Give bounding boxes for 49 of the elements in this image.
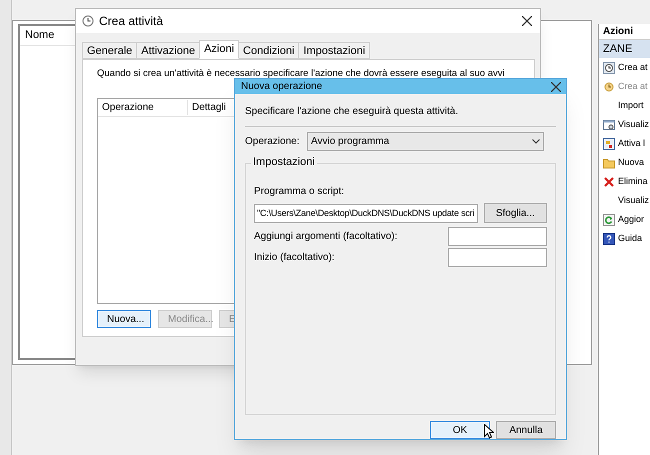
operation-dropdown[interactable]: Avvio programma: [307, 132, 544, 151]
field-label: Operazione:: [245, 135, 300, 149]
action-item[interactable]: Visualiz: [599, 115, 650, 134]
delete-icon: [603, 176, 615, 188]
tab[interactable]: Impostazioni: [298, 42, 370, 59]
action-item[interactable]: Crea at: [599, 58, 650, 77]
column-header[interactable]: Operazione: [98, 100, 188, 115]
action-item[interactable]: Guida: [599, 229, 650, 248]
close-icon[interactable]: [522, 16, 532, 26]
tab[interactable]: Azioni: [199, 40, 240, 59]
description-text: Quando si crea un'attività è necessario specificare l'azione che dovrà essere eseguita al suo avvi: [97, 68, 506, 80]
chevron-down-icon: [532, 139, 540, 144]
start-folder-field[interactable]: [448, 248, 547, 267]
field-label: Aggiungi argomenti (facoltativo):: [254, 230, 398, 244]
column-header[interactable]: Dettagli: [188, 100, 226, 115]
tab[interactable]: Condizioni: [238, 42, 300, 59]
instruction-text: Specificare l'azione che eseguirà questa attività.: [245, 105, 460, 119]
action-item[interactable]: Aggior: [599, 210, 650, 229]
refresh-icon: [603, 214, 615, 226]
clock-icon: [82, 15, 94, 27]
group-title: Impostazioni: [251, 157, 317, 168]
close-icon[interactable]: [551, 82, 561, 92]
tab[interactable]: Generale: [82, 42, 138, 59]
action-item[interactable]: Visualiz: [599, 191, 650, 210]
window-title: Crea attività: [99, 13, 164, 30]
action-item[interactable]: Elimina: [599, 172, 650, 191]
pane-title: Azioni: [603, 25, 633, 39]
tab[interactable]: Attivazione: [136, 42, 200, 59]
field-label: Inizio (facoltativo):: [254, 251, 336, 265]
clock-icon: [603, 80, 615, 92]
column-header[interactable]: Nome: [25, 27, 54, 44]
action-item[interactable]: Import: [599, 96, 650, 115]
folder-icon: [603, 156, 615, 168]
window-icon: [603, 118, 615, 130]
browse-button[interactable]: Sfoglia...: [484, 203, 547, 223]
clock-icon: [603, 62, 615, 74]
dialog-button[interactable]: Annulla: [496, 421, 556, 439]
arguments-field[interactable]: [448, 227, 547, 246]
program-field[interactable]: "C:\Users\Zane\Desktop\DuckDNS\DuckDNS update scri: [254, 204, 478, 222]
help-icon: [603, 232, 615, 244]
calendar-icon: [603, 138, 615, 150]
action-item[interactable]: Nuova: [599, 153, 650, 172]
cursor-icon: [484, 424, 494, 439]
field-label: Programma o script:: [254, 185, 346, 199]
action-item[interactable]: Attiva l: [599, 134, 650, 153]
window-title: Nuova operazione: [241, 80, 322, 94]
dialog-button[interactable]: Nuova...: [97, 310, 151, 328]
section-header[interactable]: ZANE: [599, 40, 650, 58]
dialog-button[interactable]: OK: [430, 421, 490, 439]
